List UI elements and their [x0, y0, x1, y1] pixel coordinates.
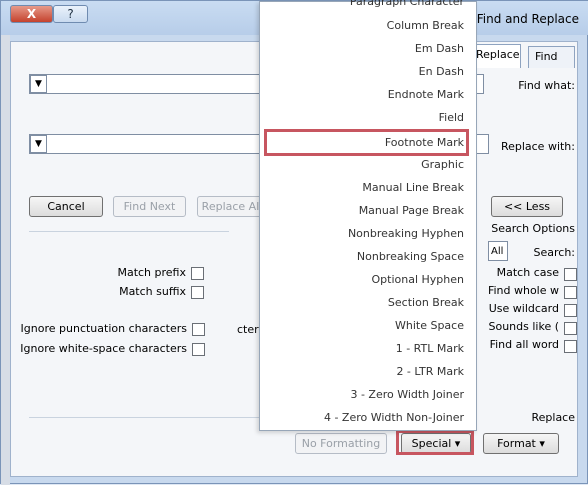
- find-history-dropdown[interactable]: ▼: [30, 75, 47, 93]
- special-menu: Paragraph Character Column Break Em Dash…: [259, 0, 477, 431]
- find-what-label: Find what:: [518, 79, 575, 92]
- option-match-prefix[interactable]: Match prefix: [117, 266, 206, 285]
- checkbox[interactable]: [564, 340, 577, 353]
- checkbox[interactable]: [192, 343, 205, 356]
- find-next-button[interactable]: Find Next: [113, 196, 186, 217]
- option-match-suffix[interactable]: Match suffix: [119, 285, 206, 304]
- chevron-down-icon: ▼: [35, 139, 42, 149]
- menu-item-nonbreaking-space[interactable]: Nonbreaking Space: [357, 250, 464, 268]
- help-icon: ?: [67, 7, 74, 21]
- help-button[interactable]: ?: [53, 5, 88, 23]
- search-options-divider: [29, 231, 229, 232]
- menu-item-ltr-mark[interactable]: 2 - LTR Mark: [396, 365, 464, 383]
- menu-item-column-break[interactable]: Column Break: [387, 19, 464, 37]
- menu-item-graphic[interactable]: Graphic: [421, 158, 464, 176]
- replace-history-dropdown[interactable]: ▼: [30, 135, 47, 153]
- replace-all-button[interactable]: Replace All: [197, 196, 267, 217]
- option-ignore-punctuation[interactable]: Ignore punctuation characters: [21, 322, 207, 342]
- option-find-all-word-forms[interactable]: Find all word: [489, 338, 577, 356]
- menu-item-paragraph-character[interactable]: Paragraph Character: [350, 0, 464, 13]
- checkbox[interactable]: [564, 268, 577, 281]
- search-options-left: Match case Find whole w Use wildcard Sou…: [488, 266, 577, 356]
- replace-with-label: Replace with:: [500, 140, 575, 153]
- format-button[interactable]: Format ▾: [483, 433, 559, 454]
- menu-item-manual-line-break[interactable]: Manual Line Break: [362, 181, 464, 199]
- option-sounds-like[interactable]: Sounds like (: [488, 320, 577, 338]
- menu-item-white-space[interactable]: White Space: [395, 319, 464, 337]
- tab-find[interactable]: Find: [528, 46, 575, 68]
- checkbox[interactable]: [191, 286, 204, 299]
- search-direction-select[interactable]: All: [488, 241, 508, 261]
- menu-item-manual-page-break[interactable]: Manual Page Break: [359, 204, 464, 222]
- search-direction-label: Search:: [533, 246, 576, 259]
- less-button[interactable]: << Less: [491, 196, 563, 217]
- search-options-heading: Search Options: [491, 222, 575, 235]
- menu-item-zero-width-non-joiner[interactable]: 4 - Zero Width Non-Joiner: [324, 411, 464, 429]
- option-find-whole-words[interactable]: Find whole w: [488, 284, 577, 302]
- search-options-right: Match prefix Match suffix: [117, 266, 206, 304]
- checkbox[interactable]: [564, 286, 577, 299]
- find-replace-dialog: X ? Find and Replace Find Replace Find w…: [0, 0, 588, 485]
- option-use-wildcards[interactable]: Use wildcard: [489, 302, 577, 320]
- special-button-highlight: [396, 430, 474, 455]
- window-title: Find and Replace: [476, 12, 579, 26]
- cancel-button[interactable]: Cancel: [29, 196, 103, 217]
- menu-item-field[interactable]: Field: [439, 111, 464, 129]
- ignore-options: Ignore punctuation characters Ignore whi…: [20, 322, 207, 362]
- no-formatting-button[interactable]: No Formatting: [295, 433, 387, 454]
- menu-item-rtl-mark[interactable]: 1 - RTL Mark: [396, 342, 464, 360]
- replace-section-divider: [29, 417, 261, 418]
- menu-item-nonbreaking-hyphen[interactable]: Nonbreaking Hyphen: [348, 227, 464, 245]
- checkbox[interactable]: [564, 322, 577, 335]
- checkbox[interactable]: [192, 323, 205, 336]
- left-edge-strip: [1, 1, 10, 485]
- checkbox[interactable]: [191, 267, 204, 280]
- menu-item-endnote-mark[interactable]: Endnote Mark: [388, 88, 464, 106]
- menu-item-en-dash[interactable]: En Dash: [419, 65, 464, 83]
- replace-section-heading: Replace: [531, 411, 575, 424]
- menu-item-zero-width-joiner[interactable]: 3 - Zero Width Joiner: [350, 388, 464, 406]
- footnote-mark-highlight: [264, 129, 469, 156]
- menu-item-optional-hyphen[interactable]: Optional Hyphen: [372, 273, 464, 291]
- chevron-down-icon: ▼: [35, 79, 42, 89]
- close-icon: X: [26, 7, 37, 21]
- option-match-case[interactable]: Match case: [489, 266, 577, 284]
- close-button[interactable]: X: [10, 5, 53, 23]
- option-ignore-white-space[interactable]: Ignore white-space characters: [20, 342, 207, 362]
- menu-item-em-dash[interactable]: Em Dash: [415, 42, 464, 60]
- checkbox[interactable]: [564, 304, 577, 317]
- menu-item-section-break[interactable]: Section Break: [388, 296, 464, 314]
